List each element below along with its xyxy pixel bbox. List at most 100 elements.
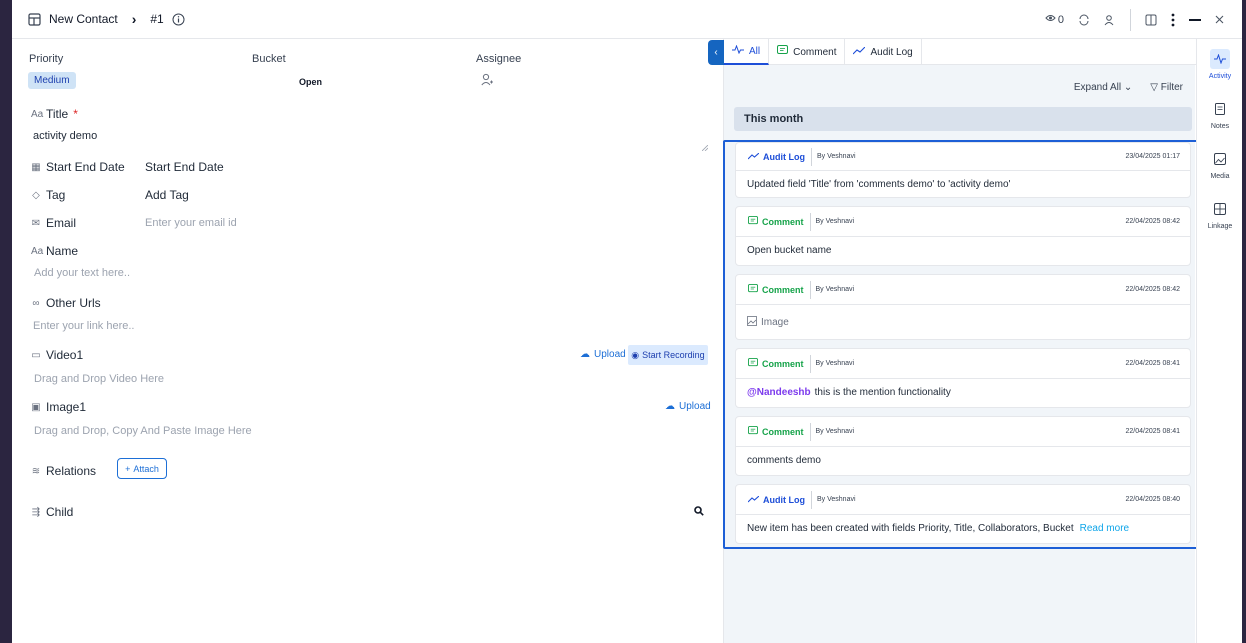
resize-handle-icon[interactable] [701, 140, 709, 154]
rail-linkage-label: Linkage [1207, 223, 1233, 230]
tab-audit-log-label: Audit Log [870, 46, 913, 58]
cloud-upload-icon: ☁ [580, 349, 590, 360]
relations-icon: ≋ [31, 465, 41, 477]
start-recording-button[interactable]: ◉ Start Recording [628, 345, 708, 365]
activity-card[interactable]: Comment By Veshnavi 22/04/2025 08:41 com… [735, 416, 1191, 476]
link-icon: ∞ [32, 297, 40, 309]
title-input[interactable]: activity demo [33, 130, 97, 142]
rail-linkage[interactable]: Linkage [1197, 199, 1242, 230]
watchers-button[interactable]: 0 [1045, 13, 1064, 26]
record-modal: New Contact › #1 0 Priority Medium Bucke… [12, 0, 1242, 643]
title-field-label: Aa Title * [31, 107, 78, 121]
attach-button[interactable]: + Attach [117, 458, 167, 479]
activity-panel: ‹ All Comment Audit Log Expand All ⌄ ▽ F… [708, 39, 1201, 643]
activity-card[interactable]: Comment By Veshnavi 22/04/2025 08:42 Ope… [735, 206, 1191, 266]
filter-button[interactable]: ▽ Filter [1150, 82, 1183, 93]
activity-list-highlight: Audit Log By Veshnavi 23/04/2025 01:17 U… [723, 140, 1201, 549]
activity-tabs: All Comment Audit Log [724, 39, 1196, 65]
more-vertical-icon[interactable] [1171, 13, 1175, 27]
backdrop-right [1242, 0, 1246, 643]
activity-body: @Nandeeshb this is the mention functiona… [747, 387, 951, 398]
comment-icon [748, 357, 758, 370]
rail-media[interactable]: Media [1197, 149, 1242, 180]
search-icon[interactable] [694, 505, 704, 519]
image-dropzone[interactable]: Drag and Drop, Copy And Paste Image Here [34, 425, 252, 437]
record-id: #1 [150, 12, 164, 26]
activity-text: comments demo [747, 455, 821, 466]
activity-card-header: Comment By Veshnavi 22/04/2025 08:42 [736, 275, 1190, 305]
expand-all-label: Expand All [1073, 82, 1122, 93]
close-icon[interactable] [1215, 15, 1224, 24]
activity-author: By Veshnavi [815, 360, 855, 367]
bucket-dropdown[interactable]: Open [299, 77, 322, 87]
breadcrumb-title[interactable]: New Contact [49, 12, 118, 26]
assign-user-icon[interactable] [1104, 14, 1116, 26]
expand-all-button[interactable]: Expand All ⌄ [1074, 82, 1132, 93]
email-input[interactable]: Enter your email id [145, 217, 237, 229]
trend-icon [853, 46, 866, 58]
record-icon: ◉ [631, 349, 640, 360]
linkage-icon [1210, 199, 1230, 219]
video-dropzone[interactable]: Drag and Drop Video Here [34, 373, 164, 385]
chevron-right-icon: › [131, 11, 137, 27]
activity-type-label: Audit Log [763, 494, 805, 505]
tag-label-text: Tag [46, 188, 66, 202]
text-field-icon: Aa [31, 245, 44, 257]
add-tag-input[interactable]: Add Tag [145, 188, 189, 202]
video-upload-label: Upload [594, 349, 626, 360]
activity-type-badge: Comment [736, 212, 811, 231]
image-upload-button[interactable]: ☁ Upload [665, 401, 711, 412]
broken-image-icon [747, 316, 757, 329]
watch-count: 0 [1057, 13, 1064, 26]
filter-label: Filter [1160, 82, 1183, 93]
video-label: ▭ Video1 [31, 348, 83, 362]
activity-type-label: Comment [762, 426, 804, 437]
rail-notes[interactable]: Notes [1197, 99, 1242, 130]
assignee-label: Assignee [476, 53, 522, 65]
urls-input[interactable]: Enter your link here.. [33, 320, 135, 332]
notes-icon [1210, 99, 1230, 119]
relations-label: ≋ Relations [31, 464, 96, 478]
activity-card-header: Comment By Veshnavi 22/04/2025 08:42 [736, 207, 1190, 237]
tag-label: ◇ Tag [31, 188, 65, 202]
image-icon: ▣ [31, 401, 41, 413]
activity-card[interactable]: Audit Log By Veshnavi 22/04/2025 08:40 N… [735, 484, 1191, 544]
activity-card[interactable]: Comment By Veshnavi 22/04/2025 08:41 @Na… [735, 348, 1191, 408]
text-field-icon: Aa [31, 108, 44, 120]
tab-all-label: All [749, 45, 761, 57]
collapse-panel-button[interactable]: ‹ [708, 40, 724, 65]
filter-icon: ▽ [1150, 82, 1161, 93]
activity-card-header: Comment By Veshnavi 22/04/2025 08:41 [736, 417, 1190, 447]
info-icon[interactable] [172, 13, 185, 26]
activity-type-label: Comment [762, 358, 804, 369]
priority-dropdown[interactable]: Medium [28, 72, 76, 89]
required-mark: * [73, 107, 78, 121]
activity-date: 22/04/2025 08:42 [1125, 286, 1181, 293]
table-icon [28, 12, 41, 26]
activity-card[interactable]: Comment By Veshnavi 22/04/2025 08:42 Ima… [735, 274, 1191, 340]
hierarchy-icon: ⇶ [31, 506, 41, 518]
video-upload-button[interactable]: ☁ Upload [580, 349, 626, 360]
split-view-icon[interactable] [1145, 14, 1157, 26]
read-more-link[interactable]: Read more [1080, 523, 1129, 534]
activity-text: Open bucket name [747, 245, 832, 256]
activity-type-badge: Audit Log [736, 147, 812, 166]
activity-author: By Veshnavi [815, 218, 855, 225]
tab-audit-log[interactable]: Audit Log [845, 39, 922, 65]
activity-text: Updated field 'Title' from 'comments dem… [747, 179, 1011, 190]
activity-text: New item has been created with fields Pr… [747, 523, 1074, 534]
tab-comment[interactable]: Comment [769, 39, 846, 65]
activity-card[interactable]: Audit Log By Veshnavi 23/04/2025 01:17 U… [735, 142, 1191, 198]
minimize-icon[interactable] [1189, 18, 1201, 22]
start-end-label-text: Start End Date [46, 160, 125, 174]
name-input[interactable]: Add your text here.. [34, 267, 130, 279]
tab-all[interactable]: All [724, 39, 770, 65]
header-divider [1130, 8, 1131, 31]
mention-link[interactable]: @Nandeeshb [747, 387, 811, 398]
start-end-date-picker[interactable]: Start End Date [145, 160, 224, 174]
rail-activity[interactable]: Activity [1197, 49, 1242, 80]
add-assignee-icon[interactable] [481, 73, 493, 90]
chevron-left-icon: ‹ [714, 47, 718, 58]
sync-icon[interactable] [1078, 14, 1090, 26]
breadcrumb: New Contact › #1 [12, 11, 185, 27]
